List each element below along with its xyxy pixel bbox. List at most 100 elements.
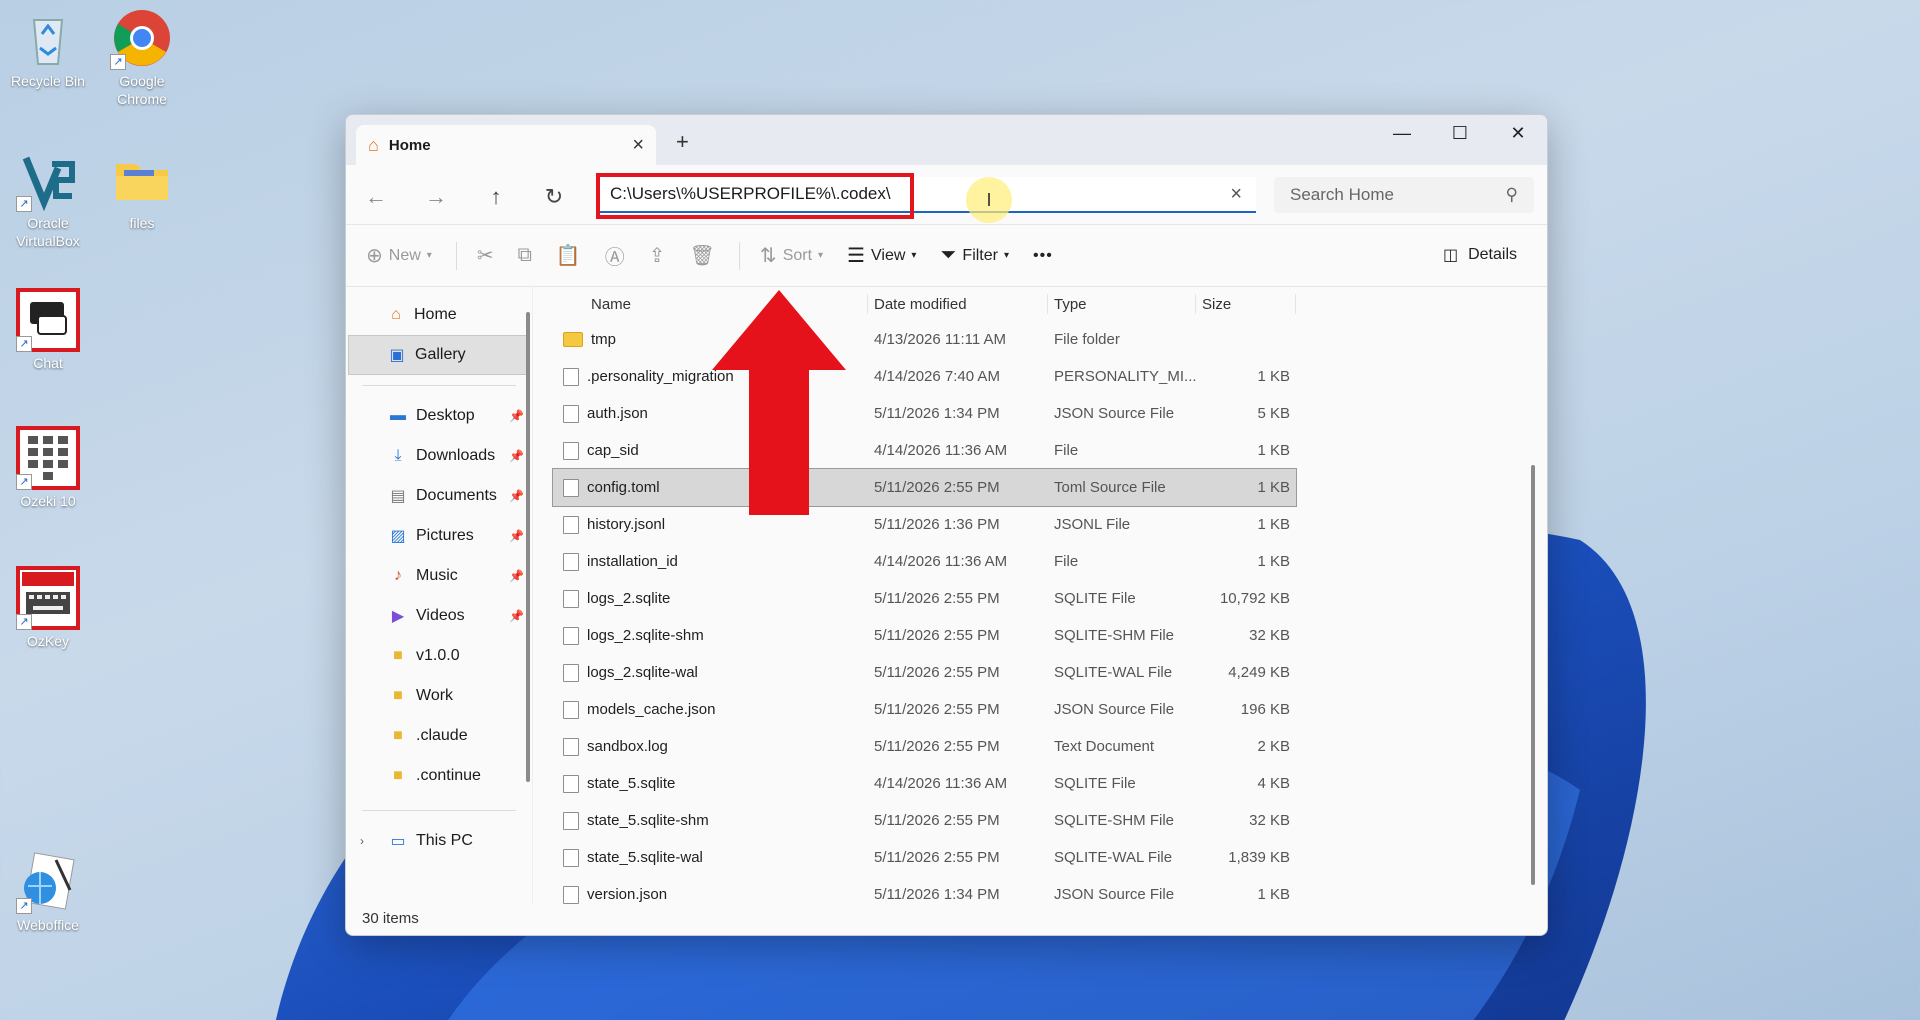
clear-address-icon[interactable]: × bbox=[1230, 183, 1242, 206]
desktop-icon-oracle-virtualbox[interactable]: ↗ Oracle VirtualBox bbox=[0, 148, 96, 250]
file-name: version.json bbox=[587, 886, 668, 903]
column-name[interactable]: Name bbox=[553, 294, 868, 314]
nav-item-music[interactable]: ♪ Music 📌 bbox=[346, 556, 532, 596]
nav-item-folder[interactable]: ■ .continue bbox=[346, 756, 532, 796]
shortcut-arrow-icon: ↗ bbox=[110, 54, 126, 70]
chat-icon: ↗ bbox=[16, 288, 80, 352]
desktop-icon-google-chrome[interactable]: ↗ Google Chrome bbox=[94, 6, 190, 108]
chrome-icon: ↗ bbox=[110, 6, 174, 70]
nav-label: v1.0.0 bbox=[416, 647, 460, 664]
nav-label: Pictures bbox=[416, 527, 474, 544]
file-date-cell: 5/11/2026 2:55 PM bbox=[874, 479, 1000, 496]
file-row[interactable]: state_5.sqlite 4/14/2026 11:36 AM SQLITE F… bbox=[553, 765, 1547, 802]
details-button[interactable]: ◫ Details bbox=[1443, 245, 1517, 265]
desktop-icon-label: Weboffice bbox=[17, 917, 79, 933]
file-row[interactable]: version.json 5/11/2026 1:34 PM JSON Source… bbox=[553, 876, 1547, 913]
file-row[interactable]: logs_2.sqlite-shm 5/11/2026 2:55 PM SQLITE… bbox=[553, 617, 1547, 654]
file-row[interactable]: installation_id 4/14/2026 11:36 AM File 1 K… bbox=[553, 543, 1547, 580]
view-button[interactable]: ☰ View ▾ bbox=[847, 243, 916, 268]
vertical-scrollbar[interactable] bbox=[1531, 465, 1535, 885]
details-pane-icon: ◫ bbox=[1442, 247, 1459, 264]
desktop-icon-recycle-bin[interactable]: Recycle Bin bbox=[0, 6, 96, 90]
nav-item-desktop[interactable]: ▬ Desktop 📌 bbox=[346, 396, 532, 436]
chevron-right-icon[interactable]: › bbox=[360, 834, 364, 848]
home-icon: ⌂ bbox=[368, 134, 379, 155]
file-row[interactable]: config.toml 5/11/2026 2:55 PM Toml Source … bbox=[552, 468, 1297, 507]
up-arrow-icon[interactable]: ↑ bbox=[480, 181, 512, 213]
separator bbox=[455, 241, 457, 270]
nav-item-gallery[interactable]: ▣ Gallery bbox=[348, 335, 530, 375]
file-size-cell: 196 KB bbox=[1240, 701, 1290, 718]
minimize-icon[interactable]: — bbox=[1373, 115, 1431, 151]
shortcut-arrow-icon: ↗ bbox=[16, 196, 32, 212]
file-row[interactable]: logs_2.sqlite 5/11/2026 2:55 PM SQLITE Fil… bbox=[553, 580, 1547, 617]
cut-button[interactable]: ✂ bbox=[477, 243, 494, 268]
nav-item-this-pc[interactable]: › ▭ This PC bbox=[346, 821, 532, 861]
file-name-cell: models_cache.json bbox=[553, 700, 868, 719]
nav-item-videos[interactable]: ▶ Videos 📌 bbox=[346, 596, 532, 636]
sort-button[interactable]: ⇅ Sort ▾ bbox=[760, 243, 823, 268]
file-row[interactable]: history.jsonl 5/11/2026 1:36 PM JSONL File… bbox=[553, 506, 1547, 543]
separator bbox=[738, 241, 740, 270]
file-row[interactable]: cap_sid 4/14/2026 11:36 AM File 1 KB bbox=[553, 432, 1547, 469]
desktop-icon-ozeki-10[interactable]: ↗ Ozeki 10 bbox=[0, 426, 96, 510]
navigation-pane: ⌂ Home ▣ Gallery ▬ Desktop 📌 ⤓ Downloads 📌 ▤ Do… bbox=[346, 287, 533, 903]
shortcut-arrow-icon: ↗ bbox=[16, 614, 32, 630]
file-row[interactable]: state_5.sqlite-wal 5/11/2026 2:55 PM SQLIT… bbox=[553, 839, 1547, 876]
desktop-icon-files[interactable]: files bbox=[94, 148, 190, 232]
paste-icon: 📋 bbox=[555, 245, 581, 267]
nav-item-pictures[interactable]: ▨ Pictures 📌 bbox=[346, 516, 532, 556]
file-name: auth.json bbox=[587, 405, 648, 422]
file-row[interactable]: .personality_migration 4/14/2026 7:40 AM P… bbox=[553, 358, 1547, 395]
nav-item-folder[interactable]: ■ v1.0.0 bbox=[346, 636, 532, 676]
file-type-cell: Text Document bbox=[1054, 738, 1155, 755]
file-row[interactable]: auth.json 5/11/2026 1:34 PM JSON Source Fi… bbox=[553, 395, 1547, 432]
pin-icon: 📌 bbox=[509, 569, 524, 583]
desktop-icon-chat[interactable]: ↗ Chat bbox=[0, 288, 96, 372]
file-name-cell: logs_2.sqlite-shm bbox=[553, 626, 868, 645]
rename-button[interactable]: Ⓐ bbox=[605, 241, 625, 270]
paste-button[interactable]: 📋 bbox=[556, 243, 581, 268]
nav-item-home[interactable]: ⌂ Home bbox=[346, 295, 532, 335]
copy-button[interactable]: ⧉ bbox=[518, 244, 532, 267]
new-tab-button[interactable]: + bbox=[676, 129, 689, 155]
nav-item-documents[interactable]: ▤ Documents 📌 bbox=[346, 476, 532, 516]
forward-arrow-icon[interactable]: → bbox=[420, 181, 452, 213]
pin-icon: 📌 bbox=[509, 529, 524, 543]
file-row[interactable]: logs_2.sqlite-wal 5/11/2026 2:55 PM SQLITE… bbox=[553, 654, 1547, 691]
new-button[interactable]: ⊕ New ▾ bbox=[366, 243, 432, 268]
nav-item-folder[interactable]: ■ Work bbox=[346, 676, 532, 716]
filter-button[interactable]: ⏷ Filter ▾ bbox=[940, 244, 1009, 267]
maximize-icon[interactable]: ☐ bbox=[1431, 115, 1489, 151]
file-row[interactable]: models_cache.json 5/11/2026 2:55 PM JSON S… bbox=[553, 691, 1547, 728]
scissors-icon: ✂ bbox=[476, 245, 494, 267]
desktop-icon-weboffice[interactable]: ↗ Weboffice bbox=[0, 850, 96, 934]
search-input[interactable]: Search Home ⚲ bbox=[1274, 177, 1534, 213]
gallery-icon: ▣ bbox=[389, 347, 405, 364]
nav-item-folder[interactable]: ■ .claude bbox=[346, 716, 532, 756]
more-options-button[interactable]: ••• bbox=[1033, 247, 1053, 265]
nav-scrollbar[interactable] bbox=[526, 312, 530, 782]
column-type[interactable]: Type bbox=[1048, 294, 1196, 314]
column-size[interactable]: Size bbox=[1196, 294, 1296, 314]
back-arrow-icon[interactable]: ← bbox=[360, 181, 392, 213]
share-button[interactable]: ⇪ bbox=[649, 243, 666, 268]
file-date-cell: 4/14/2026 11:36 AM bbox=[874, 553, 1008, 570]
file-row[interactable]: state_5.sqlite-shm 5/11/2026 2:55 PM SQLIT… bbox=[553, 802, 1547, 839]
pin-icon: 📌 bbox=[509, 609, 524, 623]
close-window-icon[interactable]: ✕ bbox=[1489, 115, 1547, 151]
desktop-icon-ozkey[interactable]: ↗ OzKey bbox=[0, 566, 96, 650]
file-row[interactable]: sandbox.log 5/11/2026 2:55 PM Text Documen… bbox=[553, 728, 1547, 765]
nav-item-downloads[interactable]: ⤓ Downloads 📌 bbox=[346, 436, 532, 476]
column-date-modified[interactable]: Date modified bbox=[868, 294, 1048, 314]
nav-label: Downloads bbox=[416, 447, 496, 464]
desktop-icon-label: Chat bbox=[33, 355, 63, 371]
delete-button[interactable]: 🗑 bbox=[690, 243, 715, 268]
close-tab-icon[interactable]: × bbox=[632, 134, 644, 157]
tab-home[interactable]: ⌂ Home × bbox=[356, 125, 656, 165]
refresh-icon[interactable]: ↻ bbox=[538, 181, 570, 213]
file-row[interactable]: tmp 4/13/2026 11:11 AM File folder bbox=[553, 321, 1547, 358]
folder-icon: ■ bbox=[393, 687, 403, 704]
file-name: sandbox.log bbox=[587, 738, 668, 755]
address-bar-input[interactable]: C:\Users\%USERPROFILE%\.codex\ × bbox=[596, 177, 1256, 213]
